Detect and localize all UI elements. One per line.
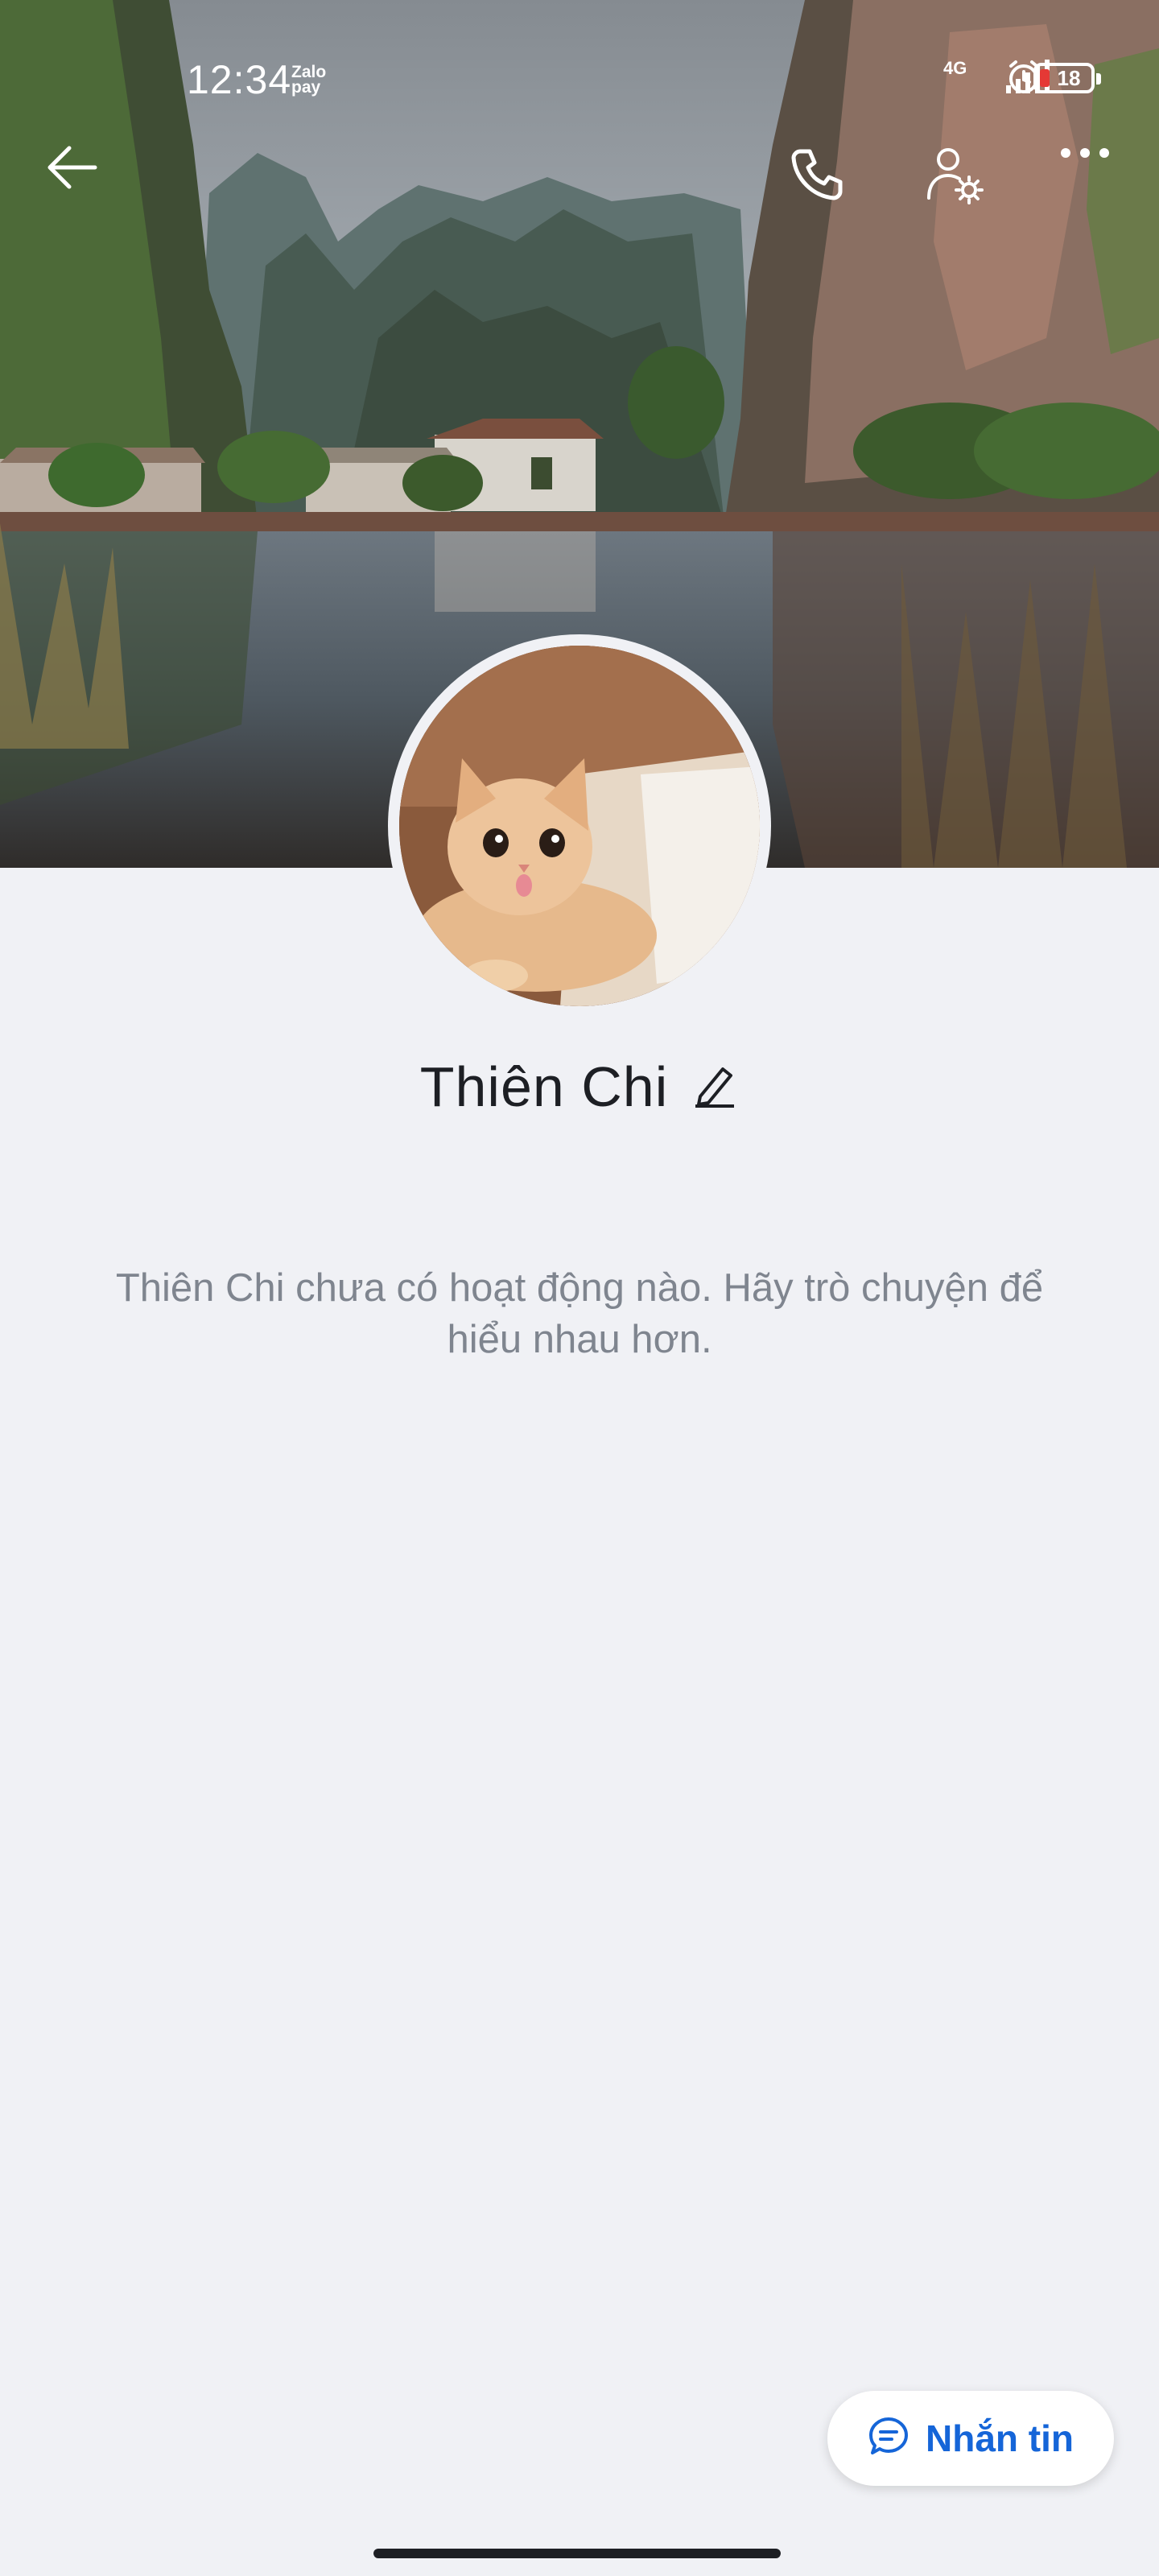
network-type-label: 4G: [943, 58, 967, 78]
message-button[interactable]: Nhắn tin: [827, 2391, 1114, 2486]
avatar[interactable]: [388, 634, 771, 1018]
chat-bubble-icon: [868, 2416, 909, 2462]
pencil-icon: [694, 1063, 736, 1112]
call-button[interactable]: [789, 145, 853, 209]
back-button[interactable]: [45, 145, 109, 209]
profile-name: Thiên Chi: [419, 1055, 669, 1118]
home-indicator[interactable]: [373, 2549, 781, 2558]
profile-name-row: Thiên Chi: [0, 1055, 1159, 1119]
status-icons: 18: [1004, 58, 1101, 98]
avatar-photo-cat: [399, 646, 760, 1006]
battery-level: 18: [1057, 65, 1081, 90]
edit-name-button[interactable]: [691, 1063, 739, 1111]
status-bar: 12:34 Zalo pay 4G 18: [0, 0, 1159, 109]
zalopay-badge: Zalo pay: [291, 63, 327, 97]
status-time: 12:34: [187, 57, 292, 102]
empty-activity-message: Thiên Chi chưa có hoạt động nào. Hãy trò…: [115, 1266, 1044, 1361]
battery-icon: 18: [1033, 63, 1101, 93]
profile-settings-button[interactable]: [924, 145, 988, 209]
message-button-label: Nhắn tin: [926, 2417, 1074, 2459]
more-options-button[interactable]: [1059, 145, 1124, 209]
